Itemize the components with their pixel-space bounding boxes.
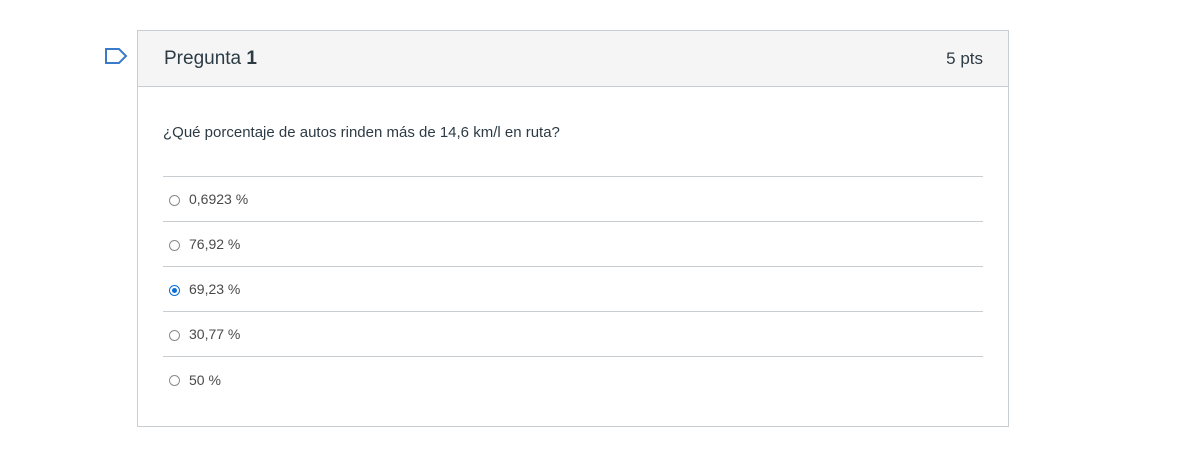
radio-button-checked[interactable] — [169, 284, 180, 296]
radio-button[interactable] — [169, 329, 180, 341]
answer-label: 0,6923 % — [189, 191, 249, 207]
question-text: ¿Qué porcentaje de autos rinden más de 1… — [163, 124, 560, 141]
question-body: ¿Qué porcentaje de autos rinden más de 1… — [138, 87, 1008, 402]
radio-button[interactable] — [169, 239, 180, 251]
radio-button[interactable] — [169, 194, 180, 206]
question-number: 1 — [246, 47, 257, 69]
radio-button[interactable] — [169, 375, 180, 386]
answer-option-2[interactable]: 76,92 % — [163, 222, 983, 267]
answer-option-4[interactable]: 30,77 % — [163, 312, 983, 357]
question-title-prefix: Pregunta — [164, 47, 242, 69]
answer-label: 69,23 % — [189, 281, 241, 297]
question-title: Pregunta 1 — [164, 48, 257, 70]
answer-option-3[interactable]: 69,23 % — [163, 267, 983, 312]
answer-label: 30,77 % — [189, 326, 241, 342]
question-header: Pregunta 1 5 pts — [138, 31, 1008, 87]
answer-label: 50 % — [189, 371, 221, 388]
answer-option-5[interactable]: 50 % — [163, 357, 983, 402]
answer-option-1[interactable]: 0,6923 % — [163, 177, 983, 222]
question-card: Pregunta 1 5 pts ¿Qué porcentaje de auto… — [137, 30, 1009, 427]
flag-question-icon[interactable] — [104, 46, 130, 66]
question-points: 5 pts — [946, 48, 983, 68]
answer-list: 0,6923 % 76,92 % 69,23 % 30,77 % 50 % — [163, 176, 983, 402]
answer-label: 76,92 % — [189, 236, 241, 252]
